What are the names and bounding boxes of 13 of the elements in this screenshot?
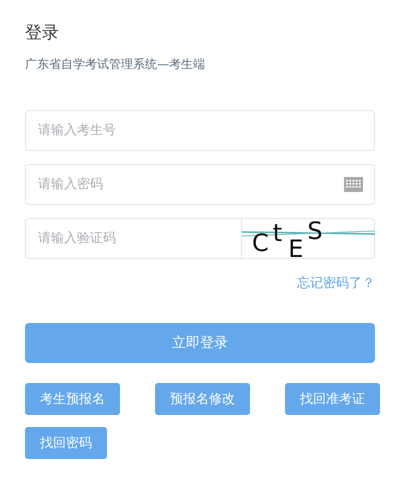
login-button[interactable]: 立即登录 bbox=[25, 323, 375, 363]
username-field[interactable]: 请输入考生号 bbox=[25, 110, 375, 151]
action-button[interactable]: 找回准考证 bbox=[285, 383, 380, 415]
action-button[interactable]: 找回密码 bbox=[25, 427, 107, 459]
page-title: 登录 bbox=[25, 22, 60, 45]
captcha-char: C bbox=[252, 228, 269, 256]
action-button[interactable]: 预报名修改 bbox=[155, 383, 250, 415]
password-field[interactable]: 请输入密码 bbox=[25, 164, 375, 205]
action-button[interactable]: 考生预报名 bbox=[25, 383, 120, 415]
forgot-password-link[interactable]: 忘记密码了？ bbox=[297, 274, 375, 292]
keyboard-icon[interactable] bbox=[344, 177, 363, 192]
captcha-field[interactable]: 请输入验证码 bbox=[25, 218, 242, 259]
system-subtitle: 广东省自学考试管理系统—考生端 bbox=[25, 56, 206, 73]
